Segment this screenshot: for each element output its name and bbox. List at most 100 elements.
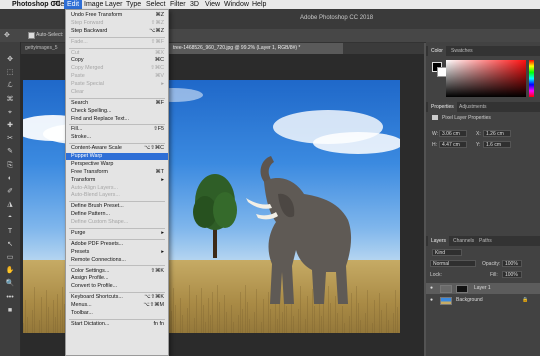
menu-item-label: Adobe PDF Presets... [71, 240, 124, 247]
menu-item-start-dictation[interactable]: Start Dictation... fn fn [66, 321, 168, 328]
spot-heal-tool-icon[interactable]: ✂ [5, 135, 15, 143]
menu-item-keyboard-shortcuts[interactable]: Keyboard Shortcuts... ⌥⇧⌘K [66, 294, 168, 301]
hue-slider[interactable] [529, 60, 534, 97]
eyedropper-tool-icon[interactable]: ✚ [5, 122, 15, 130]
fill-field[interactable]: 100% [502, 271, 522, 278]
blend-mode-select[interactable]: Normal [430, 260, 476, 267]
shape-tool-icon[interactable]: ▭ [5, 254, 15, 262]
layer-filter-kind[interactable]: Kind [432, 249, 462, 256]
tab-color[interactable]: Color [428, 46, 446, 56]
menu-filter[interactable]: Filter [170, 0, 186, 9]
crop-tool-icon[interactable]: ⌖ [5, 109, 15, 117]
menu-item-toolbar[interactable]: Toolbar... [66, 310, 168, 317]
menu-item-shortcut: ⌘X [155, 49, 164, 56]
menu-item-content-aware-scale[interactable]: Content-Aware Scale ⌥⇧⌘C [66, 145, 168, 152]
tab-tree-document[interactable]: tree-1468526_960_720.jpg @ 99.2% (Layer … [169, 43, 343, 54]
menu-item-presets[interactable]: Presets ▸ [66, 249, 168, 256]
menu-item-label: Free Transform [71, 168, 108, 175]
color-swatches-tool-icon[interactable]: ■ [5, 307, 15, 315]
menu-item-search[interactable]: Search ⌘F [66, 100, 168, 107]
menu-item-shortcut: ⇧⌘C [150, 65, 164, 72]
menu-item-step-backward[interactable]: Step Backward ⌥⌘Z [66, 28, 168, 35]
y-field[interactable]: 1.6 cm [483, 141, 511, 148]
layer-row-background[interactable]: ● Background 🔒 [426, 295, 540, 306]
menu-type[interactable]: Type [126, 0, 141, 9]
marquee-tool-icon[interactable]: ⬚ [5, 69, 15, 77]
menu-item-shortcut: ⇧F5 [153, 126, 164, 133]
auto-select-checkbox[interactable] [28, 32, 35, 39]
opacity-label: Opacity: [482, 261, 501, 267]
menu-item-stroke[interactable]: Stroke... [66, 134, 168, 141]
menu-item-label: Step Backward [71, 27, 108, 34]
menu-file[interactable]: File [53, 0, 64, 9]
zoom-tool-icon[interactable]: 🔍 [5, 280, 15, 288]
height-field[interactable]: 4.47 cm [439, 141, 467, 148]
menu-item-adobe-pdf-presets[interactable]: Adobe PDF Presets... [66, 241, 168, 248]
tab-paths[interactable]: Paths [476, 236, 495, 246]
width-field[interactable]: 3.06 cm [439, 130, 467, 137]
menu-item-copy[interactable]: Copy ⌘C [66, 57, 168, 64]
menu-item-puppet-warp[interactable]: Puppet Warp [66, 153, 168, 161]
tab-swatches[interactable]: Swatches [448, 46, 476, 56]
color-picker-field[interactable] [446, 60, 526, 97]
menu-help[interactable]: Help [252, 0, 266, 9]
menu-layer[interactable]: Layer [105, 0, 123, 9]
path-select-tool-icon[interactable]: ↖ [5, 241, 15, 249]
more-tools-tool-icon[interactable]: ••• [5, 294, 15, 302]
menu-item-purge[interactable]: Purge ▸ [66, 230, 168, 237]
menu-item-transform[interactable]: Transform ▸ [66, 177, 168, 184]
gradient-tool-icon[interactable]: ◮ [5, 201, 15, 209]
hand-tool-icon[interactable]: ✋ [5, 267, 15, 275]
menu-separator [69, 143, 165, 145]
lasso-tool-icon[interactable]: ℒ [5, 82, 15, 90]
menu-item-fill[interactable]: Fill... ⇧F5 [66, 126, 168, 133]
menu-view[interactable]: View [205, 0, 220, 9]
menu-item-shortcut: ⇧⌘F [150, 38, 164, 45]
opacity-field[interactable]: 100% [502, 260, 522, 267]
tab-properties[interactable]: Properties [428, 102, 457, 112]
visibility-eye-icon[interactable]: ● [430, 283, 433, 294]
menu-item-free-transform[interactable]: Free Transform ⌘T [66, 169, 168, 176]
menu-item-label: Transform [71, 176, 96, 183]
menu-item-assign-profile[interactable]: Assign Profile... [66, 275, 168, 282]
layer-row-layer1[interactable]: ● Layer 1 [426, 283, 540, 294]
menu-item-shortcut: ⌥⇧⌘M [143, 302, 164, 309]
menu-item-check-spelling[interactable]: Check Spelling... [66, 108, 168, 115]
clone-stamp-tool-icon[interactable]: ⎘ [5, 162, 15, 170]
menu-item-remote-connections[interactable]: Remote Connections... [66, 257, 168, 264]
dodge-tool-icon[interactable]: ◓ [5, 214, 15, 222]
menu-item-color-settings[interactable]: Color Settings... ⇧⌘K [66, 268, 168, 275]
menu-item-convert-to-profile[interactable]: Convert to Profile... [66, 283, 168, 290]
menu-item-label: Fade... [71, 38, 88, 45]
menu-separator [69, 97, 165, 99]
menu-window[interactable]: Window [224, 0, 249, 9]
menu-item-menus[interactable]: Menus... ⌥⇧⌘M [66, 302, 168, 309]
tab-adjustments[interactable]: Adjustments [456, 102, 490, 112]
history-brush-tool-icon[interactable]: ◐ [5, 175, 15, 183]
menu-item-define-pattern[interactable]: Define Pattern... [66, 211, 168, 218]
menu-item-perspective-warp[interactable]: Perspective Warp [66, 161, 168, 168]
brush-tool-icon[interactable]: ✎ [5, 148, 15, 156]
right-panels: Color Swatches Properties Adjustments Pi… [426, 42, 540, 356]
menu-item-undo-free-transform[interactable]: Undo Free Transform ⌘Z [66, 12, 168, 19]
menu-separator [69, 36, 165, 38]
menu-item-label: Stroke... [71, 134, 92, 141]
quick-select-tool-icon[interactable]: ⌘ [5, 96, 15, 104]
move-tool-icon[interactable]: ✥ [5, 56, 15, 64]
visibility-eye-icon[interactable]: ● [430, 295, 433, 306]
tab-channels[interactable]: Channels [450, 236, 477, 246]
menu-select[interactable]: Select [146, 0, 165, 9]
menu-separator [69, 292, 165, 294]
menu-image[interactable]: Image [84, 0, 103, 9]
tab-layers[interactable]: Layers [428, 236, 450, 246]
menu-item-find-and-replace-text[interactable]: Find and Replace Text... [66, 116, 168, 123]
eraser-tool-icon[interactable]: ✐ [5, 188, 15, 196]
x-field[interactable]: 1.26 cm [483, 130, 511, 137]
type-tool-icon[interactable]: T [5, 228, 15, 236]
menu-item-fade: Fade... ⇧⌘F [66, 39, 168, 46]
move-tool-icon[interactable]: ✥ [4, 31, 10, 39]
menu-edit[interactable]: Edit [64, 0, 83, 9]
menu-3d[interactable]: 3D [190, 0, 199, 9]
menu-item-label: Define Pattern... [71, 211, 110, 218]
menu-item-define-brush-preset[interactable]: Define Brush Preset... [66, 203, 168, 210]
